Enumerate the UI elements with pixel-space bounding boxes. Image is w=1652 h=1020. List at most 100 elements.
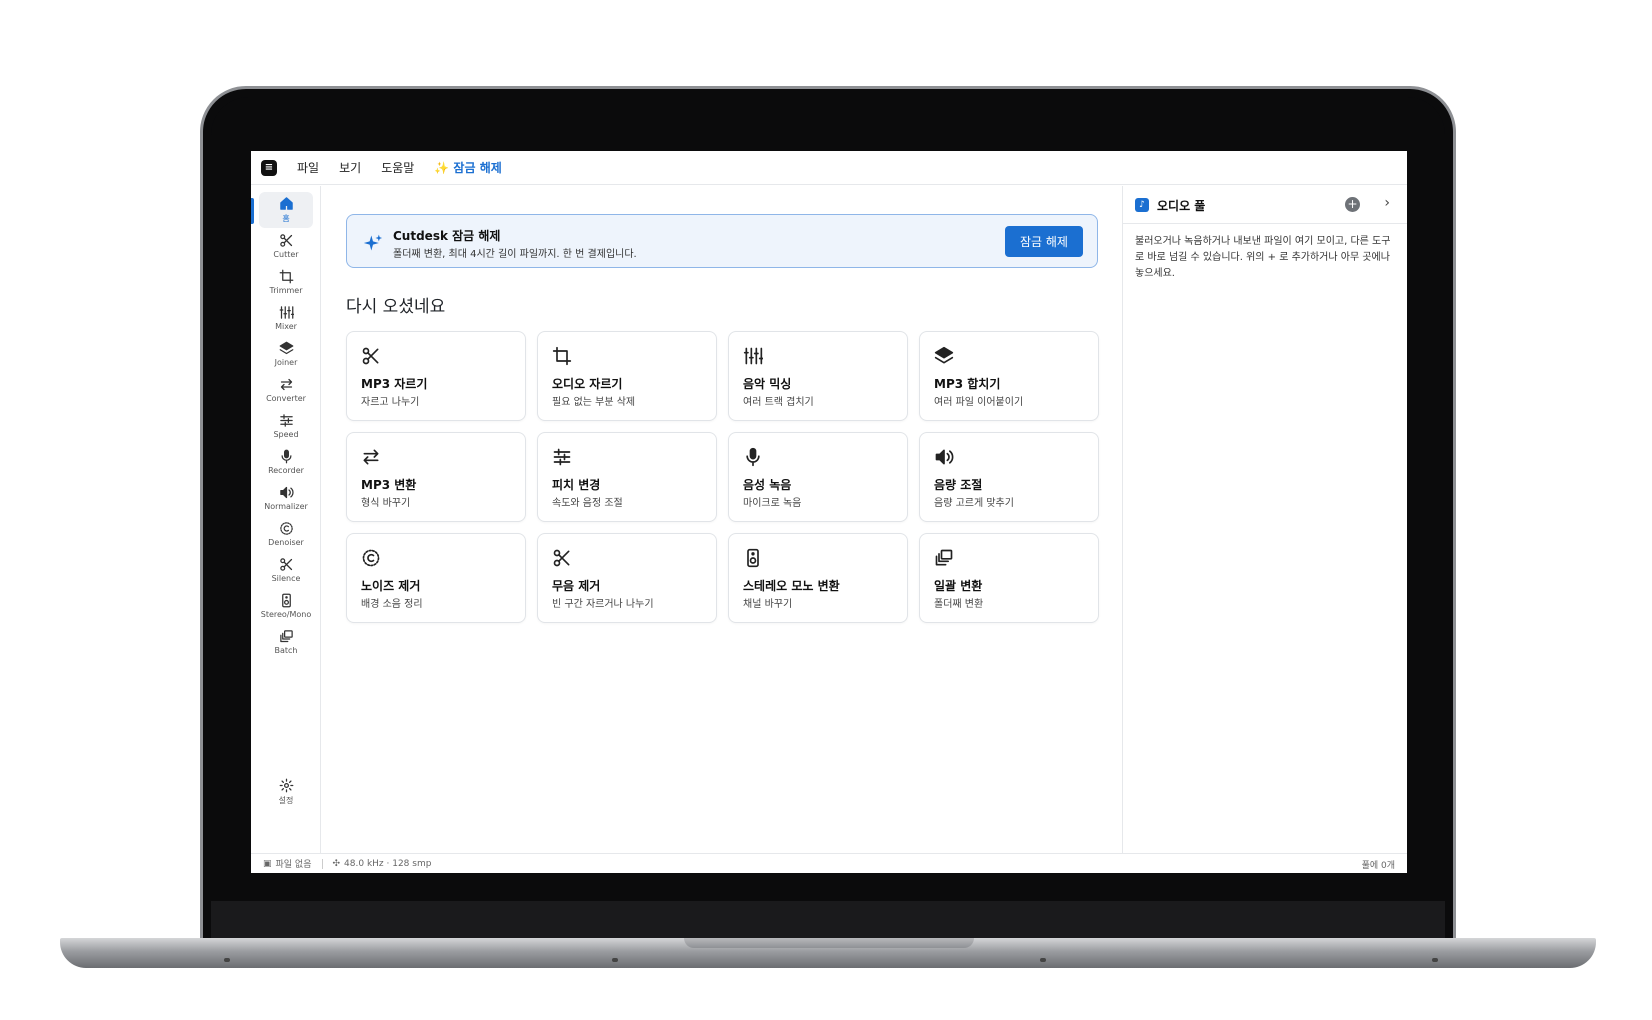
laptop-foot: [224, 958, 230, 962]
tool-card-mp3-cutter[interactable]: MP3 자르기 자르고 나누기: [346, 331, 526, 421]
menu-bar: ≡ 파일 보기 도움말 ✨ 잠금 해제: [251, 151, 1407, 185]
card-subtitle: 마이크로 녹음: [743, 498, 802, 509]
sidebar-item-silence[interactable]: Silence: [259, 552, 313, 588]
status-audio-format: 48.0 kHz · 128 smp: [344, 858, 432, 869]
scissors-icon: [553, 549, 570, 567]
tool-card-voice-recorder[interactable]: 음성 녹음 마이크로 녹음: [728, 432, 908, 522]
crop-icon: [552, 346, 572, 366]
mixer-icon: [743, 347, 763, 365]
card-subtitle: 자르고 나누기: [361, 397, 420, 408]
batch-icon: [279, 630, 293, 643]
tool-card-music-mixer[interactable]: 음악 믹싱 여러 트랙 겹치기: [728, 331, 908, 421]
sidebar-item-batch[interactable]: Batch: [259, 624, 313, 660]
card-subtitle: 형식 바꾸기: [361, 498, 411, 509]
sparkle-icon: [363, 233, 383, 253]
tool-card-audio-trimmer[interactable]: 오디오 자르기 필요 없는 부분 삭제: [537, 331, 717, 421]
mixer-icon: [279, 306, 294, 319]
laptop-foot: [1432, 958, 1438, 962]
card-subtitle: 여러 트랙 겹치기: [743, 397, 814, 408]
swap-icon: [363, 449, 379, 465]
card-subtitle: 속도와 음정 조절: [552, 498, 623, 509]
speaker-icon: [279, 486, 294, 499]
mic-icon: [746, 447, 760, 467]
audio-pool-description: 불러오거나 녹음하거나 내보낸 파일이 여기 모이고, 다른 도구로 바로 넘길…: [1135, 236, 1391, 279]
sidebar-item-trimmer[interactable]: Trimmer: [259, 264, 313, 300]
stereo-icon: [747, 548, 759, 568]
tool-card-mp3-converter[interactable]: MP3 변환 형식 바꾸기: [346, 432, 526, 522]
stereo-icon: [281, 593, 291, 608]
sidebar-label: Stereo/Mono: [260, 610, 312, 619]
sidebar-item-home[interactable]: 홈: [259, 192, 313, 228]
speaker-icon: [935, 449, 954, 465]
sidebar-item-recorder[interactable]: Recorder: [259, 444, 313, 480]
sidebar-item-joiner[interactable]: Joiner: [259, 336, 313, 372]
card-subtitle: 필요 없는 부분 삭제: [552, 397, 636, 408]
laptop-chin: [211, 901, 1445, 943]
waveform-icon: ✣: [332, 858, 341, 869]
sidebar-item-mixer[interactable]: Mixer: [259, 300, 313, 336]
home-icon: [279, 197, 293, 210]
sidebar-label: Cutter: [273, 250, 299, 259]
sidebar-label: Silence: [271, 574, 301, 583]
tool-sidebar: 홈 Cutter Trimmer Mixer Joiner Converter …: [251, 186, 321, 853]
card-subtitle: 음량 고르게 맞추기: [934, 498, 1014, 509]
sidebar-label: Batch: [274, 646, 298, 655]
card-subtitle: 채널 바꾸기: [743, 599, 793, 610]
chevron-right-icon[interactable]: ›: [1384, 195, 1390, 211]
menu-help[interactable]: 도움말: [381, 159, 414, 176]
card-title: 일괄 변환: [934, 579, 983, 593]
sidebar-item-cutter[interactable]: Cutter: [259, 228, 313, 264]
app-logo: ≡: [261, 159, 277, 176]
sidebar-label: Recorder: [268, 466, 304, 475]
tool-card-stereo-mono[interactable]: 스테레오 모노 변환 채널 바꾸기: [728, 533, 908, 623]
sidebar-item-normalizer[interactable]: Normalizer: [259, 480, 313, 516]
laptop-notch: [684, 938, 974, 948]
sidebar-item-stereo-mono[interactable]: Stereo/Mono: [259, 588, 313, 624]
status-bar: ▣ 파일 없음 ✣ 48.0 kHz · 128 smp 풀에 0개: [251, 853, 1407, 873]
scissors-icon: [279, 558, 292, 571]
sidebar-label: Denoiser: [268, 538, 304, 547]
card-title: 오디오 자르기: [552, 377, 623, 391]
card-subtitle: 폴더째 변환: [934, 599, 984, 610]
unlock-banner: Cutdesk 잠금 해제 폴더째 변환, 최대 4시간 길이 파일까지. 한 …: [346, 214, 1098, 268]
main-content: Cutdesk 잠금 해제 폴더째 변환, 최대 4시간 길이 파일까지. 한 …: [322, 186, 1122, 853]
menu-unlock[interactable]: ✨ 잠금 해제: [434, 159, 501, 176]
sidebar-item-denoiser[interactable]: Denoiser: [259, 516, 313, 552]
file-icon: ▣: [263, 858, 272, 869]
scissors-icon: [362, 347, 379, 365]
sliders-icon: [279, 414, 293, 427]
laptop-foot: [1040, 958, 1046, 962]
sidebar-label: Normalizer: [264, 502, 308, 511]
sidebar-item-speed[interactable]: Speed: [259, 408, 313, 444]
layers-icon: [279, 341, 293, 355]
sidebar-item-converter[interactable]: Converter: [259, 372, 313, 408]
denoise-icon: [279, 522, 293, 535]
tool-card-silence-remover[interactable]: 무음 제거 빈 구간 자르거나 나누기: [537, 533, 717, 623]
sidebar-label: Joiner: [274, 358, 298, 367]
tool-card-mp3-joiner[interactable]: MP3 합치기 여러 파일 이어붙이기: [919, 331, 1099, 421]
card-title: MP3 자르기: [361, 377, 428, 391]
menu-file[interactable]: 파일: [297, 159, 319, 176]
crop-icon: [279, 269, 293, 284]
add-file-button[interactable]: +: [1345, 197, 1360, 212]
sidebar-label: Trimmer: [269, 286, 303, 295]
unlock-button[interactable]: 잠금 해제: [1005, 226, 1083, 257]
banner-subtitle: 폴더째 변환, 최대 4시간 길이 파일까지. 한 번 결제입니다.: [393, 249, 637, 260]
menu-view[interactable]: 보기: [339, 159, 361, 176]
laptop-foot: [612, 958, 618, 962]
tool-card-pitch-changer[interactable]: 피치 변경 속도와 음정 조절: [537, 432, 717, 522]
app-window: ≡ 파일 보기 도움말 ✨ 잠금 해제 홈 Cutter Trimmer Mix…: [251, 151, 1407, 873]
welcome-heading: 다시 오셨네요: [346, 297, 446, 317]
card-title: 음악 믹싱: [743, 377, 792, 391]
gear-icon: [279, 778, 293, 793]
card-title: 노이즈 제거: [361, 579, 421, 593]
tool-card-volume-normalizer[interactable]: 음량 조절 음량 고르게 맞추기: [919, 432, 1099, 522]
card-title: MP3 변환: [361, 478, 417, 492]
sliders-icon: [553, 448, 571, 466]
tool-card-noise-remover[interactable]: 노이즈 제거 배경 소음 정리: [346, 533, 526, 623]
tool-card-batch-converter[interactable]: 일괄 변환 폴더째 변환: [919, 533, 1099, 623]
status-file: 파일 없음: [275, 860, 312, 870]
sidebar-item-settings[interactable]: 설정: [259, 774, 313, 810]
sidebar-label: Converter: [266, 394, 306, 403]
batch-icon: [935, 549, 953, 566]
